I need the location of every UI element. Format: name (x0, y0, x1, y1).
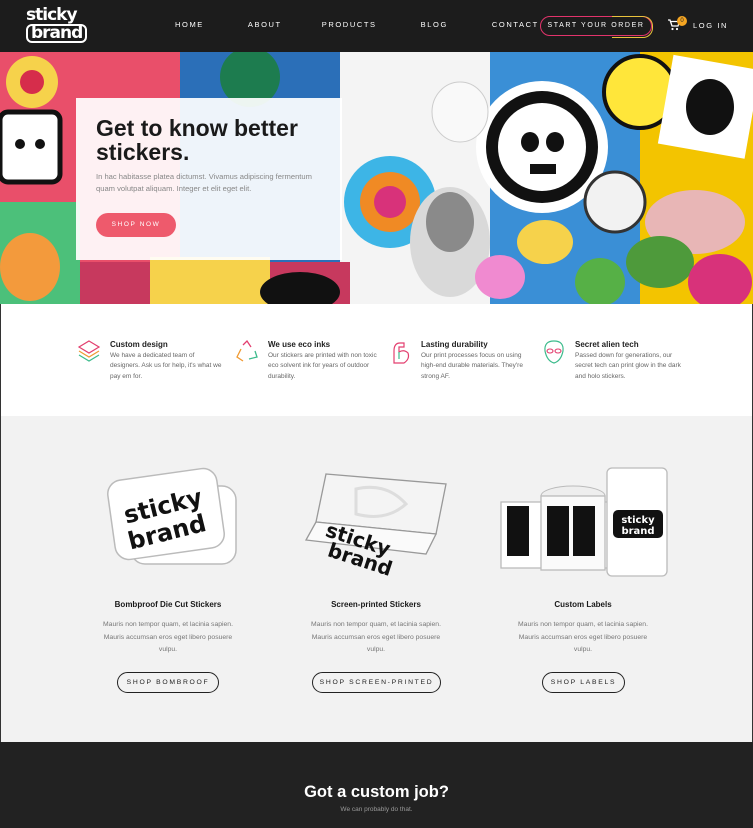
product-text: Mauris non tempor quam, et lacinia sapie… (518, 621, 648, 654)
login-link[interactable]: LOG IN (693, 21, 728, 30)
hero-title: Get to know better stickers. (96, 115, 298, 165)
svg-text:sticky: sticky (621, 515, 655, 526)
hero-banner: Get to know better stickers. In hac habi… (0, 52, 753, 304)
hero-card: Get to know better stickers. In hac habi… (76, 98, 342, 260)
feature-title: Lasting durability (421, 340, 488, 349)
nav-products[interactable]: PRODUCTS (322, 20, 377, 29)
start-order-button[interactable]: START YOUR ORDER (540, 15, 653, 38)
product-title: Bombproof Die Cut Stickers (114, 600, 222, 609)
sticky-brand-logo[interactable]: sticky brand (26, 5, 88, 43)
shop-now-button[interactable]: SHOP NOW (96, 213, 176, 237)
custom-job-section: Got a custom job? We can probably do tha… (0, 742, 753, 828)
top-navigation: sticky brand HOME ABOUT PRODUCTS BLOG CO… (0, 0, 753, 52)
flexed-arm-icon (393, 342, 410, 364)
layers-icon (77, 340, 101, 362)
logo-line-1: sticky (26, 5, 78, 25)
svg-text:brand: brand (621, 526, 654, 537)
die-cut-sticker-image: sticky brand (107, 467, 237, 565)
shop-labels-button[interactable]: SHOP LABELS (542, 672, 625, 693)
cart-count-badge: 0 (677, 16, 687, 26)
product-text: Mauris non tempor quam, et lacinia sapie… (103, 621, 233, 654)
recycle-icon (236, 339, 258, 362)
shop-screen-printed-button[interactable]: SHOP SCREEN-PRINTED (312, 672, 441, 693)
features-section: Custom design We have a dedicated team o… (0, 304, 753, 416)
feature-text: Our print processes focus on using high-… (421, 352, 523, 380)
logo-line-2: brand (26, 24, 88, 43)
feature-title: Secret alien tech (575, 340, 639, 349)
hero-text: In hac habitasse platea dictumst. Vivamu… (96, 172, 312, 193)
nav-home[interactable]: HOME (175, 20, 204, 29)
shop-bombproof-button[interactable]: SHOP BOMBROOF (117, 672, 219, 693)
feature-text: Passed down for generations, our secret … (575, 352, 681, 380)
product-text: Mauris non tempor quam, et lacinia sapie… (311, 621, 441, 654)
feature-text: Our stickers are printed with non toxic … (268, 352, 377, 380)
main-menu: HOME ABOUT PRODUCTS BLOG CONTACT (175, 20, 583, 29)
nav-contact[interactable]: CONTACT (492, 20, 539, 29)
custom-labels-image: sticky brand (500, 467, 668, 577)
products-section: sticky brand Bombproof Die Cut Stickers … (0, 416, 753, 742)
nav-blog[interactable]: BLOG (421, 20, 448, 29)
product-title: Custom Labels (554, 600, 612, 609)
nav-about[interactable]: ABOUT (248, 20, 282, 29)
product-title: Screen-printed Stickers (331, 600, 421, 609)
feature-title: Custom design (110, 340, 168, 349)
custom-job-subtitle: We can probably do that. (340, 806, 413, 813)
feature-title: We use eco inks (268, 340, 331, 349)
alien-icon (544, 340, 564, 364)
feature-text: We have a dedicated team of designers. A… (110, 352, 222, 380)
custom-job-title: Got a custom job? (304, 783, 449, 801)
screen-printed-sticker-image: sticky brand (304, 473, 447, 581)
